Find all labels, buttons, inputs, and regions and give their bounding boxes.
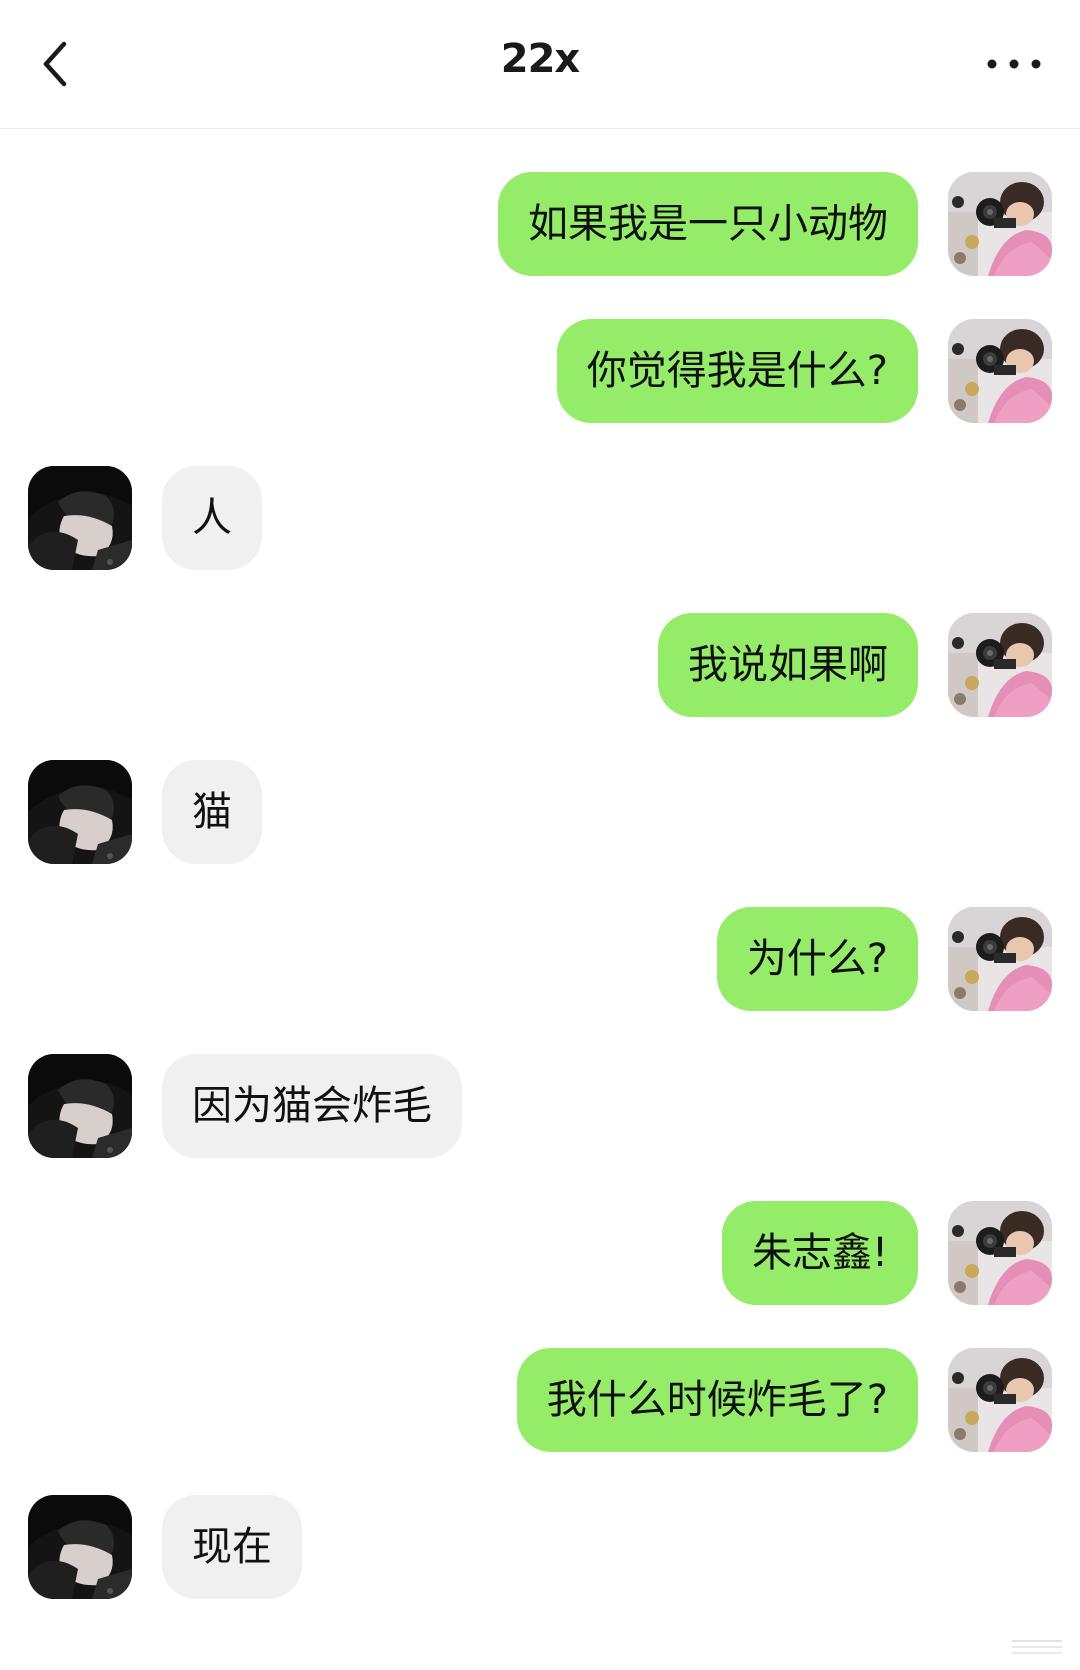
my-avatar[interactable] (948, 319, 1052, 423)
received-message-bubble[interactable]: 人 (162, 466, 262, 570)
message-row: 猫 (0, 760, 1080, 864)
more-dots-icon (987, 59, 1041, 69)
my-avatar[interactable] (948, 1348, 1052, 1452)
message-row: 因为猫会炸毛 (0, 1054, 1080, 1158)
message-row: 人 (0, 466, 1080, 570)
message-row: 我什么时候炸毛了? (0, 1348, 1080, 1452)
sent-message-bubble[interactable]: 为什么? (716, 907, 918, 1011)
received-message-bubble[interactable]: 因为猫会炸毛 (162, 1054, 462, 1158)
message-row: 如果我是一只小动物 (0, 172, 1080, 276)
my-avatar[interactable] (948, 172, 1052, 276)
received-message-bubble[interactable]: 猫 (162, 760, 262, 864)
more-options-button[interactable] (978, 40, 1050, 88)
message-row: 朱志鑫! (0, 1201, 1080, 1305)
message-row: 为什么? (0, 907, 1080, 1011)
message-row: 你觉得我是什么? (0, 319, 1080, 423)
sent-message-bubble[interactable]: 朱志鑫! (721, 1201, 918, 1305)
contact-avatar[interactable] (28, 760, 132, 864)
message-row: 我说如果啊 (0, 613, 1080, 717)
sent-message-bubble[interactable]: 如果我是一只小动物 (498, 172, 918, 276)
my-avatar[interactable] (948, 613, 1052, 717)
contact-avatar[interactable] (28, 1054, 132, 1158)
sent-message-bubble[interactable]: 你觉得我是什么? (556, 319, 918, 423)
contact-avatar[interactable] (28, 1495, 132, 1599)
sent-message-bubble[interactable]: 我说如果啊 (658, 613, 918, 717)
sent-message-bubble[interactable]: 我什么时候炸毛了? (516, 1348, 918, 1452)
my-avatar[interactable] (948, 907, 1052, 1011)
received-message-bubble[interactable]: 现在 (162, 1495, 302, 1599)
contact-avatar[interactable] (28, 466, 132, 570)
watermark-mark (1008, 1634, 1068, 1660)
message-row: 现在 (0, 1495, 1080, 1599)
my-avatar[interactable] (948, 1201, 1052, 1305)
chat-title: 22x (500, 36, 580, 82)
chat-header: 22x (0, 0, 1080, 129)
